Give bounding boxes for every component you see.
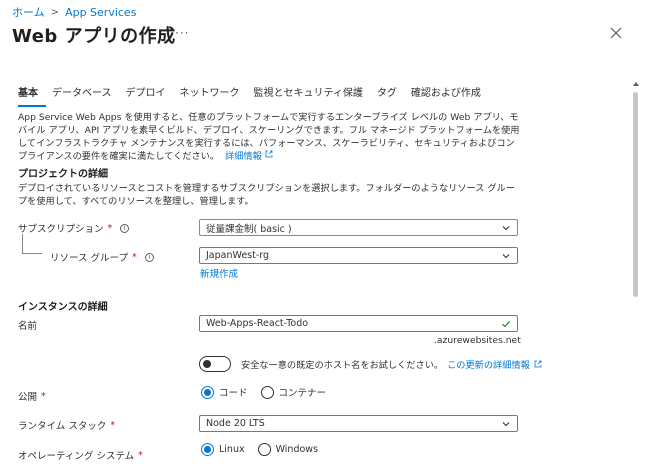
project-details-heading: プロジェクトの詳細 xyxy=(18,169,108,180)
resource-group-select[interactable]: JapanWest-rg xyxy=(199,247,518,264)
os-label: オペレーティング システム * xyxy=(18,448,143,463)
app-name-value: Web-Apps-React-Todo xyxy=(206,318,309,329)
subscription-select[interactable]: 従量課金制( basic ) xyxy=(199,219,518,236)
tab-basics[interactable]: 基本 xyxy=(18,84,46,107)
subscription-label-text: サブスクリプション xyxy=(18,224,104,235)
publish-code-radio[interactable] xyxy=(201,385,214,399)
publish-label-text: 公開 xyxy=(18,392,38,403)
tab-database[interactable]: データベース xyxy=(52,84,120,107)
publish-radio-group: コード コンテナー xyxy=(201,385,326,399)
instance-details-heading: インスタンスの詳細 xyxy=(18,302,108,313)
scrollbar-thumb[interactable] xyxy=(633,92,638,297)
required-mark: * xyxy=(138,449,143,461)
breadcrumb-home-link[interactable]: ホーム xyxy=(12,4,45,20)
required-mark: * xyxy=(107,222,113,234)
page-title: Web アプリの作成 xyxy=(12,26,176,47)
runtime-stack-select[interactable]: Node 20 LTS xyxy=(199,415,518,432)
unique-hostname-row: 安全な一意の既定のホスト名をお試しください。 この更新の詳細情報 xyxy=(199,356,542,372)
os-linux-radio[interactable] xyxy=(201,443,214,456)
name-label: 名前 xyxy=(18,321,38,332)
runtime-stack-value: Node 20 LTS xyxy=(206,418,265,429)
resource-group-label-text: リソース グループ xyxy=(50,253,128,264)
domain-suffix: .azurewebsites.net xyxy=(434,335,521,346)
tab-review-create[interactable]: 確認および作成 xyxy=(411,84,489,107)
tab-network[interactable]: ネットワーク xyxy=(180,84,248,107)
runtime-stack-label: ランタイム スタック * xyxy=(18,418,116,433)
tab-tags[interactable]: タグ xyxy=(377,84,405,107)
publish-code-label: コード xyxy=(219,388,248,399)
resource-group-label: リソース グループ * i xyxy=(50,250,154,264)
breadcrumb-app-services-link[interactable]: App Services xyxy=(65,6,136,19)
required-mark: * xyxy=(41,390,46,402)
os-windows-radio[interactable] xyxy=(257,443,271,456)
checkmark-icon xyxy=(502,320,510,327)
tree-connector xyxy=(22,234,42,254)
subscription-label: サブスクリプション * i xyxy=(18,221,130,235)
unique-hostname-toggle[interactable] xyxy=(199,356,231,372)
external-link-icon xyxy=(265,150,273,158)
chevron-down-icon xyxy=(502,225,510,230)
external-link-icon xyxy=(534,360,542,368)
close-button[interactable] xyxy=(607,24,625,42)
intro-description: App Service Web Apps を使用すると、任意のプラットフォームで… xyxy=(18,111,523,163)
project-details-description: デプロイされているリソースとコストを管理するサブスクリプションを選択します。フォ… xyxy=(18,183,515,207)
os-radio-group: Linux Windows xyxy=(201,443,318,456)
os-linux-label: Linux xyxy=(219,444,245,455)
publish-container-radio[interactable] xyxy=(260,385,274,399)
more-actions-button[interactable]: ··· xyxy=(175,26,189,40)
subscription-value: 従量課金制( basic ) xyxy=(206,223,292,235)
scroll-up-icon[interactable] xyxy=(632,80,640,88)
publish-label: 公開 * xyxy=(18,389,46,404)
breadcrumb-separator: > xyxy=(50,6,60,18)
os-label-text: オペレーティング システム xyxy=(18,451,135,462)
chevron-down-icon xyxy=(502,421,510,426)
tab-bar: 基本 データベース デプロイ ネットワーク 監視とセキュリティ保護 タグ 確認お… xyxy=(18,84,495,107)
required-mark: * xyxy=(110,419,116,431)
unique-hostname-text: 安全な一意の既定のホスト名をお試しください。 xyxy=(241,360,444,371)
os-windows-label: Windows xyxy=(275,444,319,455)
close-icon xyxy=(610,27,622,39)
create-new-resource-group-link[interactable]: 新規作成 xyxy=(200,266,238,280)
tab-monitoring[interactable]: 監視とセキュリティ保護 xyxy=(254,84,371,107)
chevron-down-icon xyxy=(502,253,510,258)
tab-deploy[interactable]: デプロイ xyxy=(126,84,174,107)
app-name-input[interactable]: Web-Apps-React-Todo xyxy=(199,315,518,332)
runtime-stack-label-text: ランタイム スタック xyxy=(18,421,107,432)
learn-more-link[interactable]: 詳細情報 xyxy=(225,151,262,162)
breadcrumb: ホーム > App Services xyxy=(12,4,136,20)
resource-group-value: JapanWest-rg xyxy=(206,250,270,261)
info-icon[interactable]: i xyxy=(120,223,130,233)
unique-hostname-learn-more-link[interactable]: この更新の詳細情報 xyxy=(447,357,530,371)
info-icon[interactable]: i xyxy=(144,252,154,262)
publish-container-label: コンテナー xyxy=(278,388,327,399)
required-mark: * xyxy=(131,251,137,263)
